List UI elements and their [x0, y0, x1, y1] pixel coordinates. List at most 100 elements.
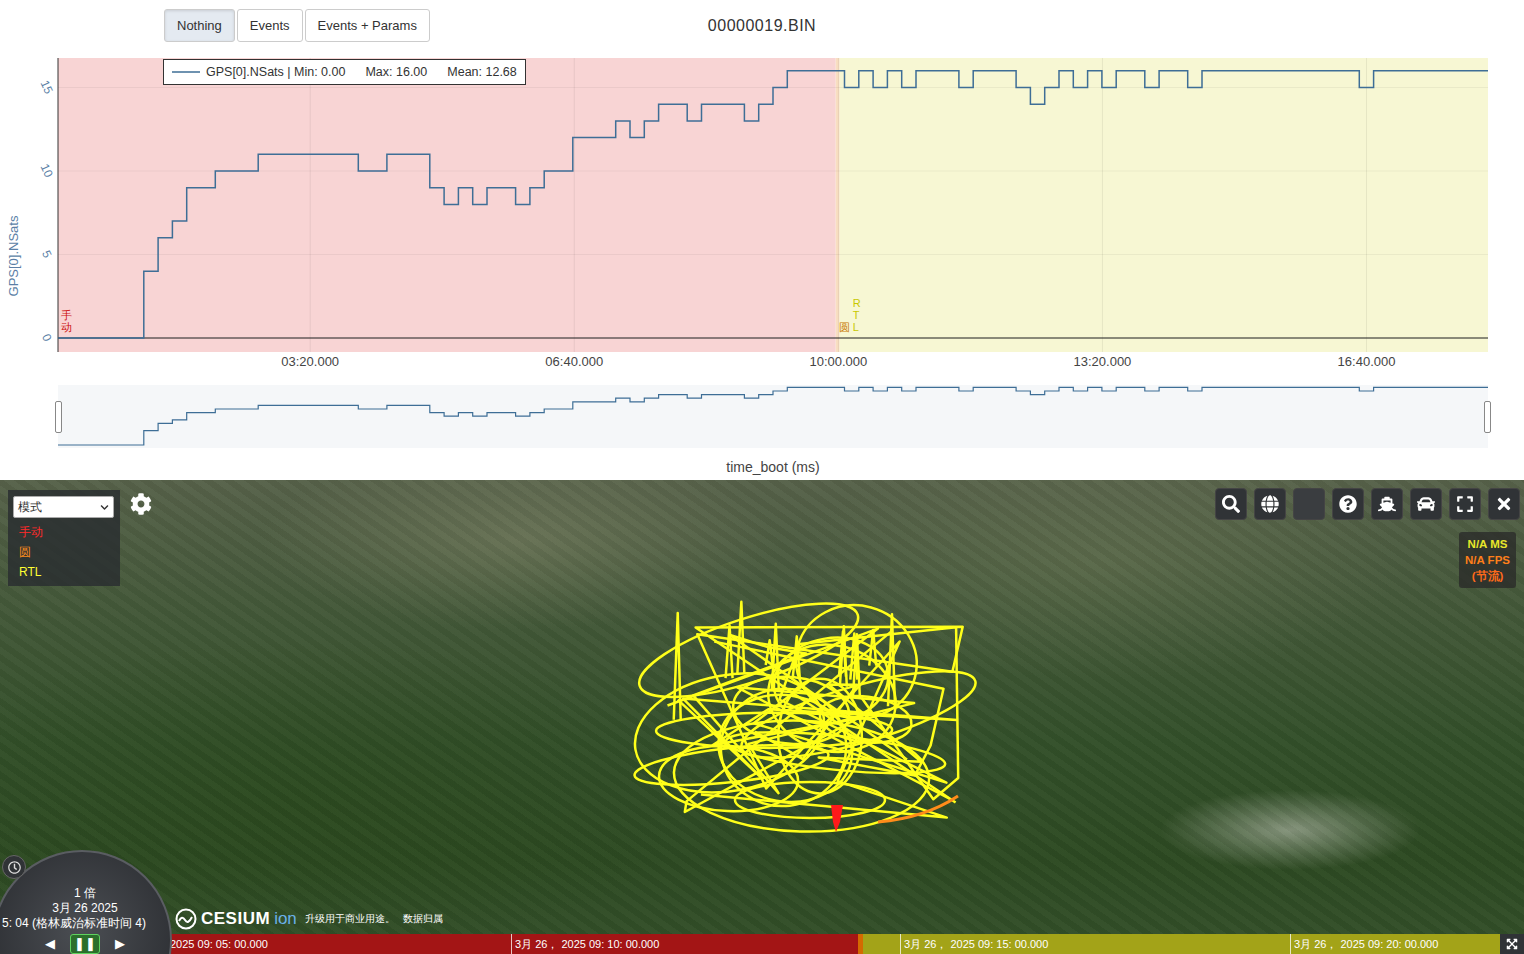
- grid-line: [310, 58, 311, 352]
- fullscreen-icon: [1456, 495, 1474, 513]
- x-tick-label: 06:40.000: [545, 354, 603, 369]
- car-icon: [1417, 495, 1435, 513]
- mode-label: RTL: [853, 297, 864, 333]
- overview-chart: [58, 385, 1488, 448]
- track-segment: [678, 631, 957, 812]
- grid-line: [58, 171, 1488, 172]
- track-segment: [696, 627, 963, 818]
- close-icon: [1495, 495, 1513, 513]
- flight-track: [600, 580, 1000, 840]
- mode-panel: 模式手动圆RTL: [8, 490, 120, 586]
- chart[interactable]: GPS[0].NSats05101503:20.00006:40.00010:0…: [0, 51, 1524, 381]
- cesium-credits: CESIUMion 升级用于商业用途。数据归属: [175, 908, 447, 930]
- playback-button[interactable]: ◀: [38, 934, 62, 954]
- search-button[interactable]: [1215, 488, 1247, 520]
- close-button[interactable]: [1488, 488, 1520, 520]
- x-tick-label: 10:00.000: [809, 354, 867, 369]
- range-handle[interactable]: [1484, 401, 1491, 433]
- car-button[interactable]: [1410, 488, 1442, 520]
- x-tick-label: 03:20.000: [281, 354, 339, 369]
- playback-button[interactable]: ▶: [108, 934, 132, 954]
- perf-text: (节流): [1472, 568, 1504, 584]
- playback-button[interactable]: ❚❚: [70, 934, 100, 954]
- gear-icon: [130, 493, 152, 515]
- view-button[interactable]: Nothing: [164, 9, 235, 42]
- y-axis-line: [58, 58, 59, 352]
- y-tick-label: 0: [39, 332, 55, 344]
- timeline[interactable]: 2025 09: 05: 00.0003月 26， 2025 09: 10: 0…: [168, 934, 1500, 954]
- map-view[interactable]: 模式手动圆RTL N/A MSN/A FPS(节流) 1 倍3月 26 20255:…: [0, 480, 1524, 954]
- plot-panel: NothingEventsEvents + Params 00000019.BIN…: [0, 0, 1524, 480]
- home-marker-icon: [831, 805, 843, 832]
- ship-icon: [1378, 495, 1396, 513]
- credit-link[interactable]: 升级用于商业用途。: [305, 912, 395, 926]
- playback-controls: ◀ ❚❚ ▶: [38, 934, 132, 954]
- fullscreen-button[interactable]: [1449, 488, 1481, 520]
- x-tick-label: 13:20.000: [1074, 354, 1132, 369]
- mode-label: 手动: [61, 309, 72, 333]
- timeline-row: 2025 09: 05: 00.0003月 26， 2025 09: 10: 0…: [0, 934, 1524, 954]
- y-tick-label: 15: [38, 78, 56, 96]
- settings-button[interactable]: [129, 492, 153, 516]
- grid-line: [1102, 58, 1103, 352]
- view-button-group: NothingEventsEvents + Params: [0, 9, 430, 42]
- mode-legend-item: RTL: [13, 562, 115, 582]
- y-tick-label: 5: [39, 248, 55, 260]
- series-line: [58, 71, 1488, 338]
- expand-icon: [1506, 938, 1518, 950]
- plot-toolbar: NothingEventsEvents + Params 00000019.BIN: [0, 0, 1524, 51]
- globe-button[interactable]: [1254, 488, 1286, 520]
- globe-icon: [1261, 495, 1279, 513]
- y-axis-title: GPS[0].NSats: [6, 215, 21, 296]
- zero-line: [58, 338, 1488, 339]
- range-overview[interactable]: [58, 385, 1488, 448]
- legend-line-icon: [172, 70, 200, 74]
- track-segment: [714, 642, 943, 776]
- legend-item: Mean: 12.68: [447, 65, 517, 79]
- grid-line: [1366, 58, 1367, 352]
- help-button[interactable]: [1332, 488, 1364, 520]
- grid-line: [58, 254, 1488, 255]
- perf-text: N/A FPS: [1465, 552, 1510, 568]
- help-icon: [1339, 495, 1357, 513]
- credit-link[interactable]: 数据归属: [403, 912, 443, 926]
- legend-item: Max: 16.00: [365, 65, 427, 79]
- timeline-fullscreen-button[interactable]: [1500, 934, 1524, 954]
- playback-rate: 1 倍: [74, 886, 96, 901]
- chart-plot[interactable]: GPS[0].NSats05101503:20.00006:40.00010:0…: [0, 51, 1524, 381]
- grid-line: [58, 338, 1488, 339]
- mode-label: 圆: [839, 321, 850, 333]
- track-arc: [878, 796, 958, 822]
- mode-legend-item: 手动: [13, 522, 115, 542]
- x-axis-title: time_boot (ms): [58, 448, 1488, 475]
- clock-icon: [8, 861, 21, 874]
- timeline-label: 2025 09: 05: 00.000: [168, 934, 511, 954]
- map-toolbar: [1215, 488, 1520, 520]
- cesium-logo-text: CESIUM: [201, 909, 270, 929]
- clock-date: 3月 26 2025: [52, 901, 117, 916]
- log-viewer: NothingEventsEvents + Params 00000019.BIN…: [0, 0, 1524, 954]
- clock-time: 5: 04 (格林威治标准时间 4): [0, 916, 146, 931]
- clock-button[interactable]: [2, 855, 26, 879]
- chart-legend: GPS[0].NSats | Min: 0.00Max: 16.00Mean: …: [163, 59, 526, 85]
- mode-legend-item: 圆: [13, 542, 115, 562]
- perf-text: N/A MS: [1468, 536, 1508, 552]
- view-button[interactable]: Events + Params: [305, 9, 430, 42]
- grid-line: [838, 58, 839, 352]
- file-title: 00000019.BIN: [708, 17, 816, 35]
- timeline-label: 3月 26， 2025 09: 20: 00.000: [1290, 934, 1500, 954]
- range-handle[interactable]: [55, 401, 62, 433]
- cesium-logo-icon: [175, 908, 197, 930]
- overview-line: [58, 387, 1488, 445]
- timeline-segment: [168, 934, 858, 954]
- chevron-down-icon: [100, 503, 109, 512]
- ship-button[interactable]: [1371, 488, 1403, 520]
- search-icon: [1222, 495, 1240, 513]
- grid-line: [574, 58, 575, 352]
- timeline-label: 3月 26， 2025 09: 10: 00.000: [511, 934, 900, 954]
- blank-button[interactable]: [1293, 488, 1325, 520]
- mode-select[interactable]: 模式: [13, 496, 114, 518]
- view-button[interactable]: Events: [237, 9, 303, 42]
- cesium-ion-text: ion: [274, 909, 297, 929]
- mode-band: [840, 58, 1488, 352]
